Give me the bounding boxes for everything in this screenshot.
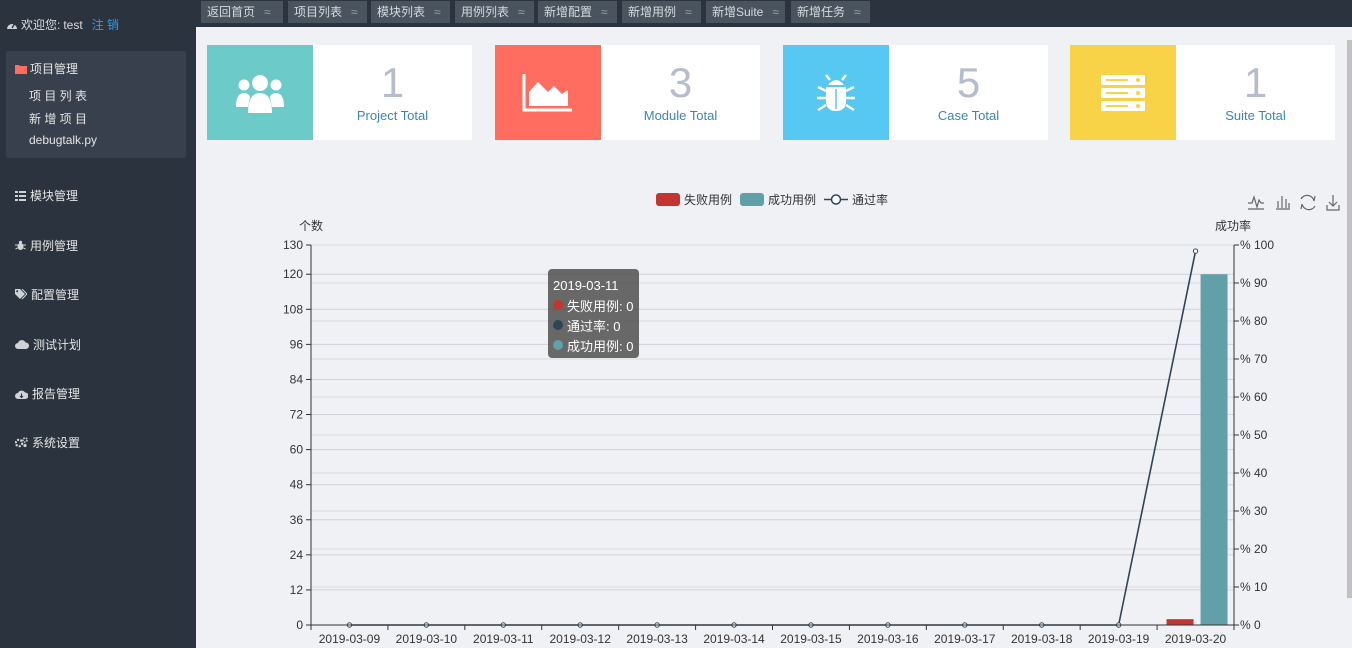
y-tick-label: 72 (290, 408, 304, 422)
passrate-point[interactable] (1192, 248, 1199, 254)
y-axis-name-right: 成功率 (1215, 218, 1251, 233)
y2-tick-label: % 50 (1240, 428, 1268, 442)
y-tick-label: 60 (290, 443, 304, 457)
case-trend-chart: 0 12 24 36 48 60 72 84 96 108 120 130 % 0 % 10 % 20 % 3… (283, 192, 1340, 646)
tooltip-dot-success (553, 340, 563, 350)
legend-swatch-passrate-dot (830, 194, 842, 205)
save-image-icon[interactable] (1326, 195, 1340, 211)
x-tick-label: 2019-03-20 (1165, 632, 1227, 646)
legend-swatch-success[interactable] (740, 193, 764, 206)
x-tick-label: 2019-03-14 (703, 632, 765, 646)
chart-tooltip: 2019-03-11 失败用例: 0 通过率: 0 成功用例: 0 (548, 269, 639, 358)
y2-tick-label: % 30 (1240, 504, 1268, 518)
y-tick-label: 108 (283, 302, 303, 316)
chart-legend: 失败用例 成功用例 通过率 (656, 192, 888, 207)
tooltip-dot-fail (553, 300, 563, 310)
page-scrollbar[interactable] (1347, 40, 1352, 598)
line-chart-toggle-icon[interactable] (1248, 195, 1264, 210)
legend-label-fail[interactable]: 失败用例 (684, 192, 732, 207)
y2-tick-label: % 90 (1240, 276, 1268, 290)
chart-toolbox (1248, 194, 1340, 211)
passrate-line (349, 250, 1197, 626)
tooltip-success-text: 成功用例: 0 (567, 338, 634, 354)
x-tick-label: 2019-03-18 (1011, 632, 1073, 646)
y-axis-name-left: 个数 (299, 218, 323, 233)
x-tick-label: 2019-03-16 (857, 632, 919, 646)
y2-tick-label: % 70 (1240, 352, 1268, 366)
y-tick-label: 48 (290, 478, 304, 492)
x-tick-label: 2019-03-09 (319, 632, 381, 646)
bar-fail[interactable] (1166, 619, 1194, 625)
y2-tick-label: % 10 (1240, 580, 1268, 594)
y2-tick-label: % 20 (1240, 542, 1268, 556)
legend-label-passrate[interactable]: 通过率 (852, 192, 888, 207)
y2-tick-label: % 40 (1240, 466, 1268, 480)
tooltip-dot-passrate (553, 320, 563, 330)
restore-icon[interactable] (1300, 194, 1316, 211)
x-tick-label: 2019-03-11 (473, 632, 534, 646)
y2-tick-label: % 100 (1240, 238, 1274, 252)
x-tick-label: 2019-03-12 (550, 632, 612, 646)
y-tick-label: 130 (283, 238, 303, 252)
y2-tick-label: % 0 (1240, 618, 1261, 632)
chart-grid (311, 244, 1234, 626)
y2-tick-label: % 80 (1240, 314, 1268, 328)
x-tick-label: 2019-03-13 (626, 632, 688, 646)
tooltip-passrate-text: 通过率: 0 (567, 318, 621, 334)
x-tick-label: 2019-03-10 (396, 632, 458, 646)
legend-swatch-fail[interactable] (656, 193, 680, 206)
y-tick-label: 120 (283, 267, 303, 281)
tooltip-row-success: 成功用例: 0 (553, 335, 634, 355)
y-tick-label: 36 (290, 513, 304, 527)
x-tick-label: 2019-03-17 (934, 632, 996, 646)
bar-chart-toggle-icon[interactable] (1276, 196, 1290, 210)
tooltip-row-fail: 失败用例: 0 (553, 295, 634, 315)
y-tick-label: 96 (290, 337, 304, 351)
bar-success[interactable] (1200, 274, 1228, 625)
x-tick-label: 2019-03-19 (1088, 632, 1150, 646)
tooltip-fail-text: 失败用例: 0 (567, 298, 634, 314)
y-tick-label: 12 (290, 583, 304, 597)
y-tick-label: 84 (290, 372, 304, 386)
y2-tick-label: % 60 (1240, 390, 1268, 404)
chart-line (346, 248, 1199, 628)
chart-axes: 0 12 24 36 48 60 72 84 96 108 120 130 % 0 % 10 % 20 % 3… (283, 238, 1274, 646)
x-tick-label: 2019-03-15 (780, 632, 842, 646)
y-tick-label: 0 (296, 618, 303, 632)
tooltip-row-passrate: 通过率: 0 (553, 315, 634, 335)
legend-label-success[interactable]: 成功用例 (768, 193, 816, 207)
tooltip-date: 2019-03-11 (553, 277, 619, 293)
y-tick-label: 24 (290, 548, 304, 562)
